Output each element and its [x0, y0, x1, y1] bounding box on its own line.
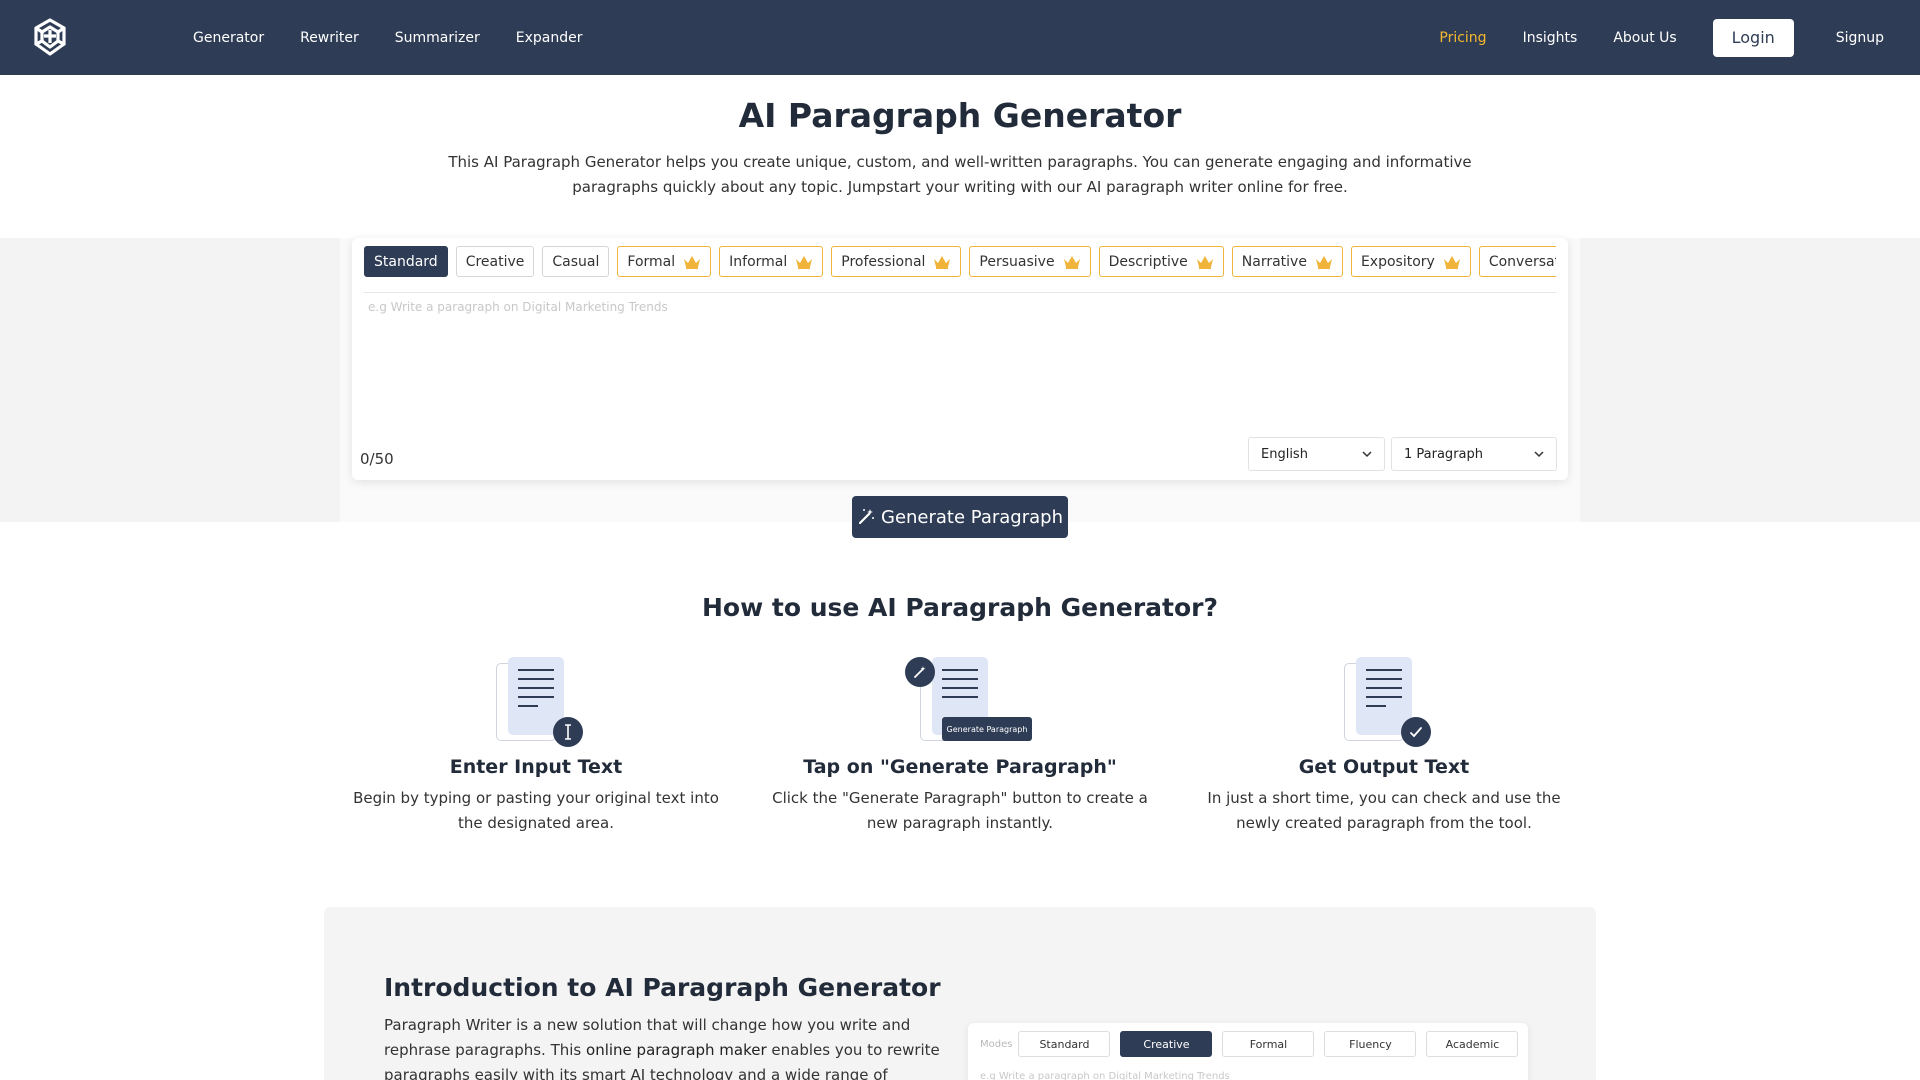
text-cursor-icon — [553, 717, 583, 747]
mode-tab-informal[interactable]: Informal — [719, 246, 824, 277]
mode-tab-expository[interactable]: Expository — [1350, 246, 1471, 277]
online-paragraph-maker-link[interactable]: online paragraph maker — [586, 1041, 767, 1059]
divider — [364, 292, 1556, 293]
magic-check-icon — [1401, 717, 1431, 747]
nav-expander[interactable]: Expander — [516, 30, 583, 46]
mode-tab-label: Descriptive — [1108, 253, 1188, 270]
logo-icon[interactable] — [30, 17, 70, 57]
tool-preview-image: Modes Standard Creative Formal Fluency Acade… — [968, 1023, 1528, 1080]
mode-tab-label: Conversational — [1488, 253, 1556, 270]
crown-icon — [1196, 255, 1213, 269]
signup-link[interactable]: Signup — [1836, 30, 1884, 46]
magic-wand-icon — [858, 509, 874, 525]
mode-tab-descriptive[interactable]: Descriptive — [1098, 246, 1224, 277]
mode-tab-standard[interactable]: Standard — [364, 246, 448, 277]
preview-mode-standard: Standard — [1018, 1031, 1111, 1057]
preview-modes-label: Modes — [980, 1038, 1013, 1050]
mode-tab-creative[interactable]: Creative — [455, 246, 535, 277]
intro-section: Introduction to AI Paragraph Generator P… — [324, 907, 1596, 1080]
mode-tab-casual[interactable]: Casual — [542, 246, 610, 277]
nav-rewriter[interactable]: Rewriter — [300, 30, 359, 46]
language-select[interactable]: English — [1248, 437, 1385, 471]
secondary-nav: Pricing Insights About Us Login Signup — [1439, 0, 1884, 75]
intro-title: Introduction to AI Paragraph Generator — [384, 973, 941, 1002]
paragraph-count-select[interactable]: 1 Paragraph — [1391, 437, 1557, 471]
step-title: Get Output Text — [1298, 756, 1470, 778]
character-counter: 0/50 — [360, 450, 394, 468]
nav-generator[interactable]: Generator — [193, 30, 264, 46]
crown-icon — [1063, 255, 1080, 269]
mode-tab-label: Creative — [465, 253, 525, 270]
page-title: AI Paragraph Generator — [738, 96, 1182, 135]
mini-generate-button: Generate Paragraph — [942, 717, 1032, 741]
band-left — [0, 238, 340, 522]
generate-paragraph-button[interactable]: Generate Paragraph — [852, 496, 1068, 538]
magic-wand-icon — [905, 657, 935, 687]
step-tap-generate: Generate Paragraph Tap on "Generate Para… — [770, 655, 1150, 836]
mode-tab-label: Professional — [841, 253, 926, 270]
preview-placeholder: e.g Write a paragraph on Digital Marketi… — [980, 1071, 1230, 1080]
nav-about-us[interactable]: About Us — [1613, 30, 1676, 46]
nav-summarizer[interactable]: Summarizer — [395, 30, 480, 46]
intro-text: Paragraph Writer is a new solution that … — [384, 1016, 940, 1080]
generator-card: Standard Creative Casual Formal Informal Prof… — [352, 238, 1568, 480]
mode-tab-label: Casual — [552, 253, 600, 270]
crown-icon — [1443, 255, 1460, 269]
preview-mode-tabs: Modes Standard Creative Formal Fluency Acade… — [980, 1031, 1528, 1057]
top-navbar: Generator Rewriter Summarizer Expander P… — [0, 0, 1920, 75]
preview-mode-fluency: Fluency — [1324, 1031, 1417, 1057]
paragraph-count-value: 1 Paragraph — [1404, 446, 1483, 462]
step-get-output: Get Output Text In just a short time, yo… — [1194, 655, 1574, 836]
mode-tab-narrative[interactable]: Narrative — [1231, 246, 1343, 277]
mode-tab-persuasive[interactable]: Persuasive — [969, 246, 1091, 277]
document-icon — [476, 655, 596, 750]
mode-tab-label: Narrative — [1241, 253, 1307, 270]
crown-icon — [796, 255, 813, 269]
step-description: Click the "Generate Paragraph" button to… — [772, 789, 1148, 832]
topic-input[interactable] — [368, 300, 1548, 410]
mode-tab-label: Expository — [1360, 253, 1435, 270]
preview-mode-creative: Creative — [1120, 1031, 1213, 1057]
document-icon: Generate Paragraph — [900, 655, 1032, 750]
language-value: English — [1261, 446, 1308, 462]
nav-insights[interactable]: Insights — [1523, 30, 1578, 46]
nav-pricing[interactable]: Pricing — [1439, 30, 1486, 46]
chevron-down-icon — [1534, 451, 1544, 458]
mode-tab-label: Informal — [729, 253, 788, 270]
mode-tab-professional[interactable]: Professional — [831, 246, 962, 277]
mode-tab-label: Standard — [374, 253, 438, 270]
crown-icon — [684, 255, 701, 269]
band-right — [1580, 238, 1920, 522]
mode-tab-label: Persuasive — [979, 253, 1055, 270]
mode-tab-conversational[interactable]: Conversational — [1478, 246, 1556, 277]
page-description: This AI Paragraph Generator helps you cr… — [448, 153, 1472, 196]
preview-mode-academic: Academic — [1426, 1031, 1519, 1057]
mode-tabs: Standard Creative Casual Formal Informal Prof… — [364, 246, 1556, 278]
step-title: Tap on "Generate Paragraph" — [803, 756, 1117, 778]
chevron-down-icon — [1362, 451, 1372, 458]
login-button[interactable]: Login — [1712, 18, 1794, 57]
preview-mode-formal: Formal — [1222, 1031, 1315, 1057]
step-title: Enter Input Text — [449, 756, 623, 778]
document-icon — [1324, 655, 1444, 750]
generate-label: Generate Paragraph — [881, 506, 1063, 528]
step-description: Begin by typing or pasting your original… — [353, 789, 719, 832]
step-description: In just a short time, you can check and … — [1207, 789, 1561, 832]
crown-icon — [1315, 255, 1332, 269]
step-enter-input: Enter Input Text Begin by typing or past… — [346, 655, 726, 836]
mode-tab-formal[interactable]: Formal — [617, 246, 712, 277]
primary-nav: Generator Rewriter Summarizer Expander — [193, 0, 618, 75]
howto-title: How to use AI Paragraph Generator? — [701, 593, 1218, 622]
mode-tab-label: Formal — [627, 253, 676, 270]
crown-icon — [934, 255, 951, 269]
